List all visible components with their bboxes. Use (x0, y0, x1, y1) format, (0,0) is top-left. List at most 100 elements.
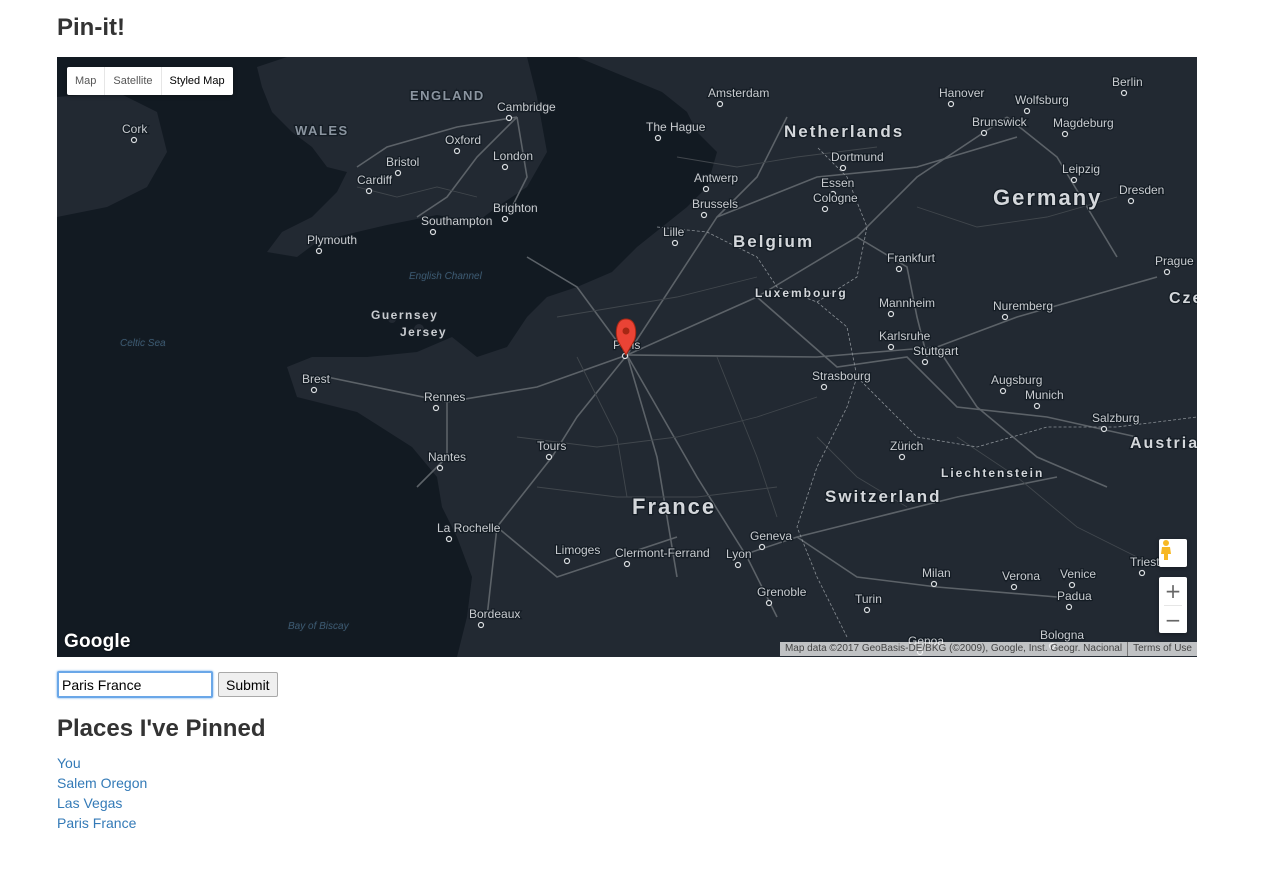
city-dot (445, 535, 453, 543)
city-label: Zürich (890, 439, 923, 453)
city-label: Salzburg (1092, 411, 1139, 425)
map-type-satellite-button[interactable]: Satellite (105, 67, 162, 95)
sea-label: English Channel (409, 271, 483, 282)
city-dot (1033, 402, 1041, 410)
city-dot (999, 387, 1007, 395)
city-dot (1010, 583, 1018, 591)
pinned-place-link[interactable]: Las Vegas (57, 795, 122, 811)
country-label: Belgium (733, 232, 814, 251)
city-dot (1070, 176, 1078, 184)
submit-button[interactable]: Submit (218, 672, 278, 697)
city-label: Bristol (386, 155, 419, 169)
city-dot (980, 129, 988, 137)
city-dot (895, 265, 903, 273)
city-label: Bologna (1040, 628, 1084, 642)
city-label: Cologne (813, 191, 858, 205)
city-dot (394, 169, 402, 177)
sea-label: Bay of Biscay (288, 621, 350, 632)
city-label: Milan (922, 566, 951, 580)
city-dot (429, 228, 437, 236)
region-label: WALES (295, 123, 349, 138)
city-label: Tours (537, 439, 566, 453)
city-label: Essen (821, 176, 854, 190)
zoom-out-button[interactable]: − (1159, 606, 1187, 634)
list-item: Las Vegas (57, 793, 147, 813)
street-view-pegman-icon[interactable] (1159, 539, 1187, 567)
map-type-map-button[interactable]: Map (67, 67, 106, 95)
city-dot (545, 453, 553, 461)
city-dot (1068, 581, 1076, 589)
page: Pin-it! Netherlands Belgium Germany Luxe… (0, 0, 1261, 875)
map-canvas[interactable]: Netherlands Belgium Germany Luxembourg Franc… (57, 57, 1197, 657)
city-label: Venice (1060, 567, 1096, 581)
city-label: Leipzig (1062, 162, 1100, 176)
city-label: Berlin (1112, 75, 1143, 89)
country-label: Luxembourg (755, 286, 848, 300)
pinned-place-link[interactable]: Salem Oregon (57, 775, 147, 791)
pinned-place-link[interactable]: Paris France (57, 815, 136, 831)
map-data-credit: Map data ©2017 GeoBasis-DE/BKG (©2009), … (779, 642, 1128, 656)
city-label: Oxford (445, 133, 481, 147)
city-label: Limoges (555, 543, 600, 557)
city-dot (921, 358, 929, 366)
city-dot (734, 561, 742, 569)
city-label: Karlsruhe (879, 329, 931, 343)
city-dot (702, 185, 710, 193)
google-logo[interactable]: Google (64, 631, 131, 653)
city-dot (671, 239, 679, 247)
page-title: Pin-it! (57, 14, 125, 41)
map-type-styled-button[interactable]: Styled Map (162, 67, 233, 95)
city-label: Brussels (692, 197, 738, 211)
city-dot (477, 621, 485, 629)
region-label: Guernsey (371, 308, 438, 322)
city-label: Dresden (1119, 183, 1164, 197)
city-label: Mannheim (879, 296, 935, 310)
city-dot (887, 310, 895, 318)
city-label: Clermont-Ferrand (615, 546, 710, 560)
region-label: ENGLAND (410, 88, 485, 103)
city-dot (1120, 89, 1128, 97)
city-label: Geneva (750, 529, 792, 543)
pinned-place-link[interactable]: You (57, 755, 81, 771)
map-type-control: Map Satellite Styled Map (67, 67, 233, 95)
city-label: Cardiff (357, 173, 393, 187)
city-dot (758, 543, 766, 551)
city-label: Plymouth (307, 233, 357, 247)
city-dot (501, 163, 509, 171)
city-dot (930, 580, 938, 588)
city-dot (453, 147, 461, 155)
city-dot (765, 599, 773, 607)
list-item: Salem Oregon (57, 773, 147, 793)
map-attribution: Map data ©2017 GeoBasis-DE/BKG (©2009), … (779, 642, 1197, 656)
city-dot (947, 100, 955, 108)
city-dot (716, 100, 724, 108)
city-dot (898, 453, 906, 461)
country-label: France (632, 494, 716, 519)
city-label: Prague (1155, 254, 1194, 268)
place-search-input[interactable] (57, 671, 213, 698)
city-dot (130, 136, 138, 144)
city-dot (563, 557, 571, 565)
zoom-control: + − (1159, 577, 1187, 633)
city-dot (1023, 107, 1031, 115)
city-dot (1100, 425, 1108, 433)
city-dot (700, 211, 708, 219)
city-label: Frankfurt (887, 251, 936, 265)
city-label: Cork (122, 122, 148, 136)
city-label: Amsterdam (708, 86, 769, 100)
city-label: Brest (302, 372, 331, 386)
city-dot (505, 114, 513, 122)
terms-of-use-link[interactable]: Terms of Use (1128, 642, 1197, 656)
zoom-in-button[interactable]: + (1159, 577, 1187, 605)
list-item: You (57, 753, 147, 773)
city-dot (887, 343, 895, 351)
city-label: Lille (663, 225, 685, 239)
country-label: Netherlands (784, 122, 904, 141)
city-label: Turin (855, 592, 882, 606)
city-label: Magdeburg (1053, 116, 1114, 130)
city-dot (821, 205, 829, 213)
city-dot (436, 464, 444, 472)
sea-label: Celtic Sea (120, 338, 166, 349)
city-dot (315, 247, 323, 255)
map-tiles[interactable]: Netherlands Belgium Germany Luxembourg Franc… (57, 57, 1197, 657)
